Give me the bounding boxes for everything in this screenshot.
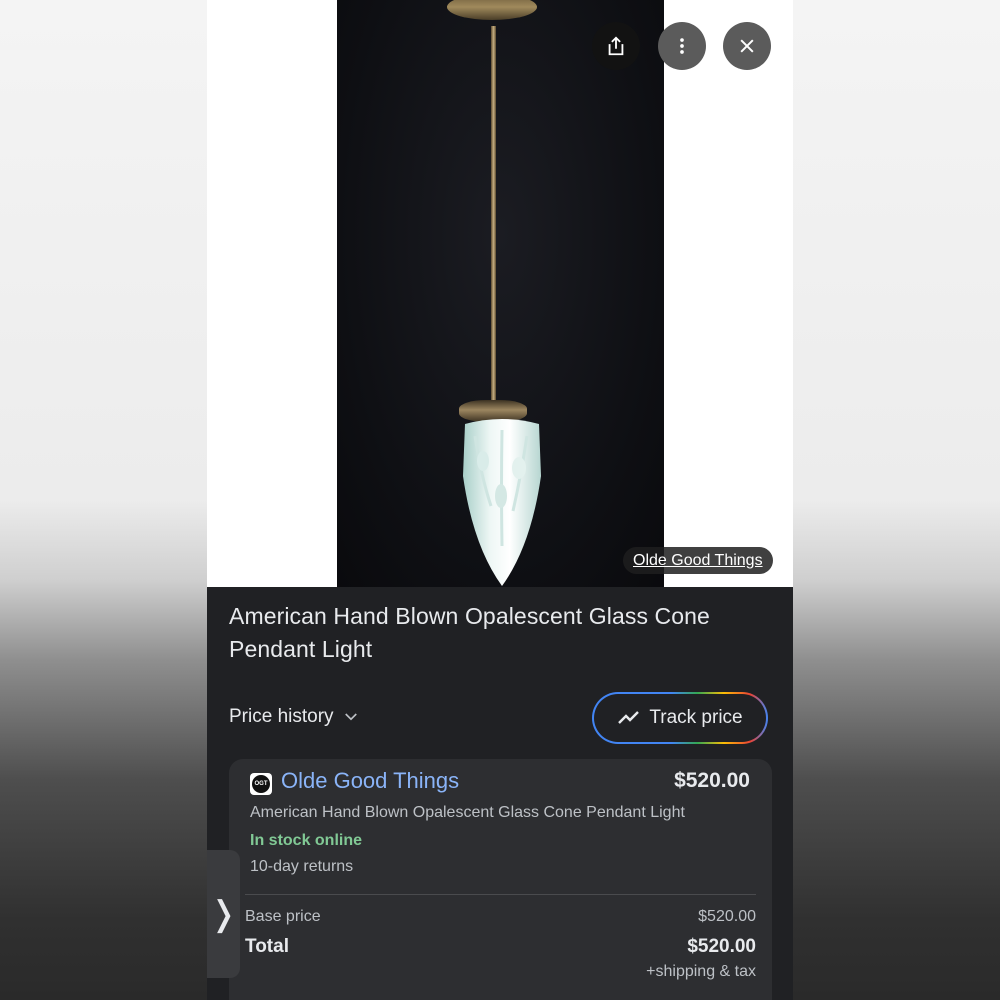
price-history-label: Price history [229,706,334,727]
track-price-button[interactable]: Track price [592,692,768,744]
product-photo[interactable] [337,0,664,587]
close-button[interactable] [723,22,771,70]
close-icon [740,39,754,53]
track-price-inner: Track price [594,694,766,742]
share-icon [608,36,624,56]
track-price-label: Track price [649,707,743,728]
chevron-down-icon [344,713,357,721]
returns-policy: 10-day returns [250,858,354,875]
chevron-right-icon: ❭ [209,895,238,933]
store-name-link[interactable]: Olde Good Things [281,768,459,794]
lamp-rod [491,26,496,404]
shipping-note: +shipping & tax [646,963,756,980]
store-logo-mark: OGT [252,775,270,793]
trend-icon [618,711,640,724]
product-image-area: Olde Good Things [207,0,793,587]
base-price-label: Base price [245,908,321,925]
image-source-link[interactable]: Olde Good Things [623,547,773,574]
offer-description: American Hand Blown Opalescent Glass Con… [250,804,685,821]
total-value: $520.00 [687,936,756,957]
stock-status: In stock online [250,832,363,849]
lamp-canopy [447,0,537,20]
total-label: Total [245,936,289,957]
price-history-toggle[interactable]: Price history [229,704,360,730]
product-panel: Olde Good Things American Hand Blown Opa… [207,0,793,1000]
offer-divider [245,894,756,895]
offer-card[interactable]: OGT Olde Good Things $520.00 American Ha… [229,759,772,1000]
lamp-shade [463,419,541,586]
expand-side-tab[interactable]: ❭ [207,850,240,978]
offer-price: $520.00 [674,769,750,792]
background-blur-right [793,0,1000,1000]
store-logo: OGT [250,773,272,795]
base-price-value: $520.00 [698,908,756,925]
background-blur-left [0,0,207,1000]
product-title: American Hand Blown Opalescent Glass Con… [229,603,710,662]
more-vert-icon [680,38,684,54]
more-options-button[interactable] [658,22,706,70]
share-button[interactable] [592,22,640,70]
